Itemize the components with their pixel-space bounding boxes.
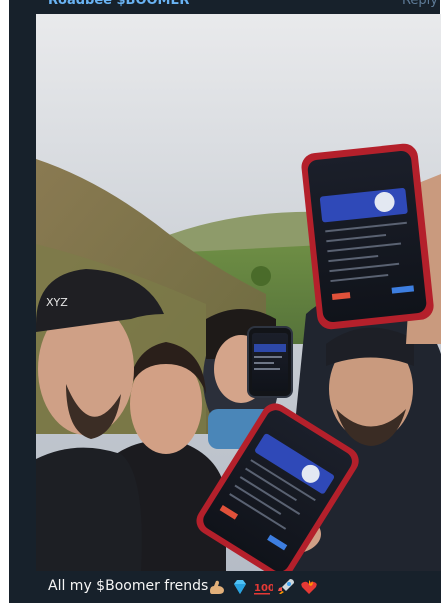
svg-text:100: 100 xyxy=(254,583,273,594)
emoji-row: 100 xyxy=(207,576,319,598)
telegram-page: Roadbee $BOOMER Reply XYZ All my $Boomer… xyxy=(0,0,441,603)
caption-bar: All my $Boomer frends 100 xyxy=(36,571,441,603)
message-header: Roadbee $BOOMER Reply xyxy=(26,0,440,14)
gem-emoji xyxy=(234,580,246,594)
hundred-points-emoji: 100 xyxy=(254,583,273,595)
heart-on-fire-emoji xyxy=(301,580,317,594)
sender-name[interactable]: Roadbee $BOOMER xyxy=(48,0,189,8)
reply-button[interactable]: Reply xyxy=(402,0,438,8)
rocket-emoji xyxy=(278,579,294,594)
flexed-biceps-emoji xyxy=(210,580,224,594)
message-photo[interactable]: XYZ xyxy=(36,14,441,571)
message-caption: All my $Boomer frends xyxy=(48,578,209,594)
phone-top-right xyxy=(301,143,434,330)
group-selfie-image: XYZ xyxy=(36,14,441,571)
cap-logo: XYZ xyxy=(46,296,68,309)
